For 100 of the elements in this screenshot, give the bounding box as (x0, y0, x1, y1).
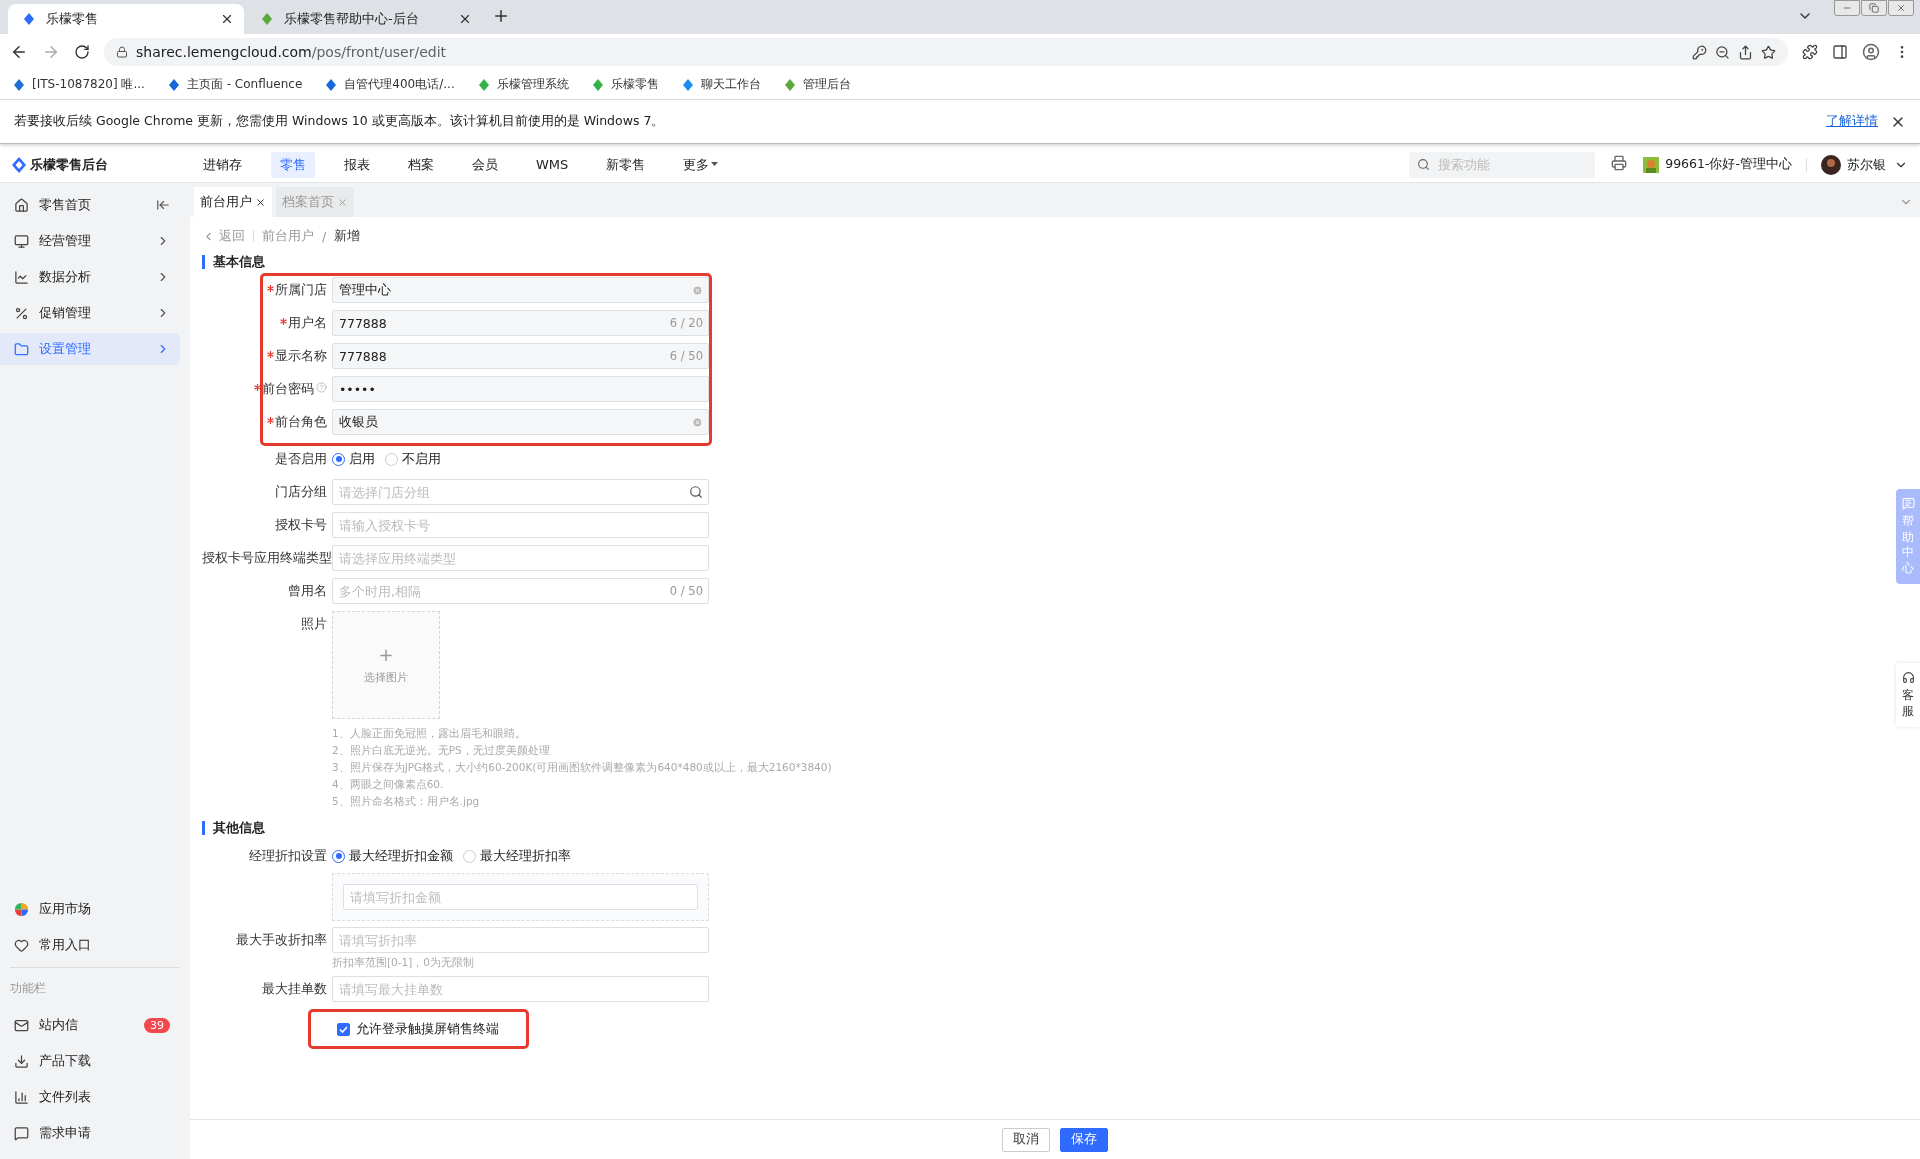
field-label: 照片 (300, 615, 328, 633)
brand-name: 乐檬零售后台 (30, 155, 108, 174)
close-icon (458, 12, 472, 26)
sidebar-item[interactable]: 站内信 39 (0, 1009, 180, 1041)
nav-tab[interactable]: 报表 (335, 151, 379, 178)
printer-icon (1611, 155, 1628, 171)
select-field[interactable]: 管理中心 (332, 277, 709, 303)
bookmark[interactable]: 管理后台 (782, 76, 851, 93)
sidebar-item[interactable]: 常用入口 (0, 929, 180, 961)
sidebar-item[interactable]: 数据分析 (0, 261, 180, 293)
page-tab[interactable]: 前台用户 (194, 187, 272, 217)
sidebar-item[interactable]: 产品下载 (0, 1045, 180, 1077)
bookmark[interactable]: 聊天工作台 (680, 76, 761, 93)
radio-option[interactable]: 不启用 (385, 450, 441, 468)
note-text: 3、照片保存为JPG格式，大小约60-200K(可用画图软件调整像素为640*480或以上，最大2160*3840) (332, 761, 832, 775)
collapse-icon (156, 198, 170, 212)
bookmark[interactable]: 乐檬管理系统 (476, 76, 569, 93)
nav-tab[interactable]: 会员 (463, 151, 507, 178)
nav-tab[interactable]: 进销存 (194, 151, 251, 178)
chat-icon (1901, 497, 1915, 510)
hint-text: 折扣率范围[0-1]，0为无限制 (332, 955, 476, 970)
sidebar-item[interactable]: 文件列表 (0, 1081, 180, 1113)
user-name[interactable]: 苏尔银 (1847, 155, 1886, 174)
input-field[interactable]: 请输入授权卡号 (332, 512, 709, 538)
radio-option[interactable]: 启用 (332, 450, 375, 468)
bookmark[interactable]: [ITS-1087820] 唯... (12, 76, 145, 93)
breadcrumb-separator: / (322, 228, 327, 244)
sidebar-item[interactable]: 经营管理 (0, 225, 180, 257)
search-box[interactable]: 搜索功能 (1409, 151, 1596, 178)
save-button[interactable]: 保存 (1060, 1127, 1108, 1152)
help-icon[interactable] (316, 382, 327, 393)
note-text: 2、照片白底无逆光。无PS，无过度美颜处理 (332, 744, 550, 758)
nav-tab[interactable]: 零售 (271, 151, 315, 178)
nav-tab[interactable]: 新零售 (597, 151, 655, 178)
search-field[interactable]: 请选择门店分组 (332, 479, 709, 505)
select-field[interactable]: 收银员 (332, 409, 709, 435)
field-label: 用户名 (202, 310, 332, 336)
field-label: 授权卡号应用终端类型 (202, 549, 332, 567)
radio-option[interactable]: 最大经理折扣率 (463, 847, 571, 865)
field-label: 门店分组 (274, 483, 328, 501)
profile-icon (1862, 43, 1880, 61)
extensions-icon (1802, 44, 1818, 60)
section-title: 其他信息 (202, 821, 1908, 835)
sidebar-item[interactable]: 应用市场 (0, 893, 180, 925)
store-name[interactable]: 99661-你好-管理中心 (1665, 156, 1792, 173)
field-label: 最大手改折扣率 (235, 931, 328, 949)
clear-icon[interactable] (692, 416, 703, 428)
sidebar-item[interactable]: 需求申请 (0, 1117, 180, 1149)
field-label: 显示名称 (202, 343, 332, 369)
close-icon (220, 12, 234, 26)
input-field[interactable]: ••••• (332, 376, 709, 402)
avatar[interactable] (1821, 154, 1841, 175)
minimize-button[interactable] (1834, 0, 1860, 16)
share-icon (1738, 44, 1753, 60)
input-field[interactable]: 请填写最大挂单数 (332, 976, 709, 1002)
logo-icon (12, 156, 26, 173)
checkbox[interactable]: 允许登录触摸屏销售终端 (337, 1013, 499, 1045)
bookmark[interactable]: 自管代理400电话/... (324, 76, 455, 93)
update-message: 若要接收后续 Google Chrome 更新，您需使用 Windows 10 或更高版本。该计算机目前使用的是 Windows 7。 (14, 113, 666, 130)
cancel-button[interactable]: 取消 (1002, 1127, 1050, 1152)
char-counter: 0 / 50 (669, 584, 703, 598)
bookmark-icon (590, 77, 605, 92)
nav-tab[interactable]: WMS (527, 153, 578, 176)
input-field[interactable]: 请填写折扣率 (332, 927, 709, 953)
close-icon (1896, 3, 1906, 13)
browser-tab[interactable]: 乐檬零售帮助中心-后台 (246, 4, 482, 34)
sidebar-item[interactable]: 设置管理 (0, 333, 180, 365)
sidebar-item[interactable]: 零售首页 (0, 189, 180, 221)
char-counter: 6 / 20 (669, 316, 703, 330)
breadcrumb-current: 新增 (334, 227, 361, 245)
bookmark-icon (782, 77, 797, 92)
reload-icon (74, 44, 90, 60)
service-tab[interactable]: 客服 (1896, 663, 1920, 728)
close-icon (337, 196, 348, 208)
favicon (22, 12, 36, 26)
search-field[interactable]: 搜索功能 (1436, 156, 1588, 173)
nav-tab[interactable]: 档案 (399, 151, 443, 178)
learn-more-link[interactable]: 了解详情 (1826, 113, 1878, 130)
lock-icon (116, 46, 128, 58)
restore-button[interactable] (1861, 0, 1887, 16)
count-badge: 39 (144, 1017, 170, 1033)
clear-icon[interactable] (692, 284, 703, 296)
back-icon (10, 43, 28, 61)
bookmark[interactable]: 主页面 - Confluence (166, 76, 303, 93)
url-text: sharec.lemengcloud.com/pos/front/user/edit (136, 44, 448, 60)
nav-tab[interactable]: 更多 (674, 151, 728, 178)
sidebar-item[interactable]: 促销管理 (0, 297, 180, 329)
headset-icon (1901, 671, 1915, 684)
close-icon (255, 196, 266, 208)
radio-option[interactable]: 最大经理折扣金额 (332, 847, 453, 865)
browser-tab[interactable]: 乐檬零售 (8, 4, 244, 34)
input-field[interactable]: 请填写折扣金额 (343, 884, 698, 910)
bookmark-icon (476, 77, 491, 92)
search-icon (689, 485, 703, 499)
field-label: 所属门店 (202, 277, 332, 303)
section-title: 基本信息 (202, 255, 1908, 269)
select-field[interactable]: 请选择应用终端类型 (332, 545, 709, 571)
bookmark[interactable]: 乐檬零售 (590, 76, 659, 93)
close-button[interactable] (1888, 0, 1914, 16)
address-bar[interactable]: sharec.lemengcloud.com/pos/front/user/edit (104, 38, 1788, 66)
